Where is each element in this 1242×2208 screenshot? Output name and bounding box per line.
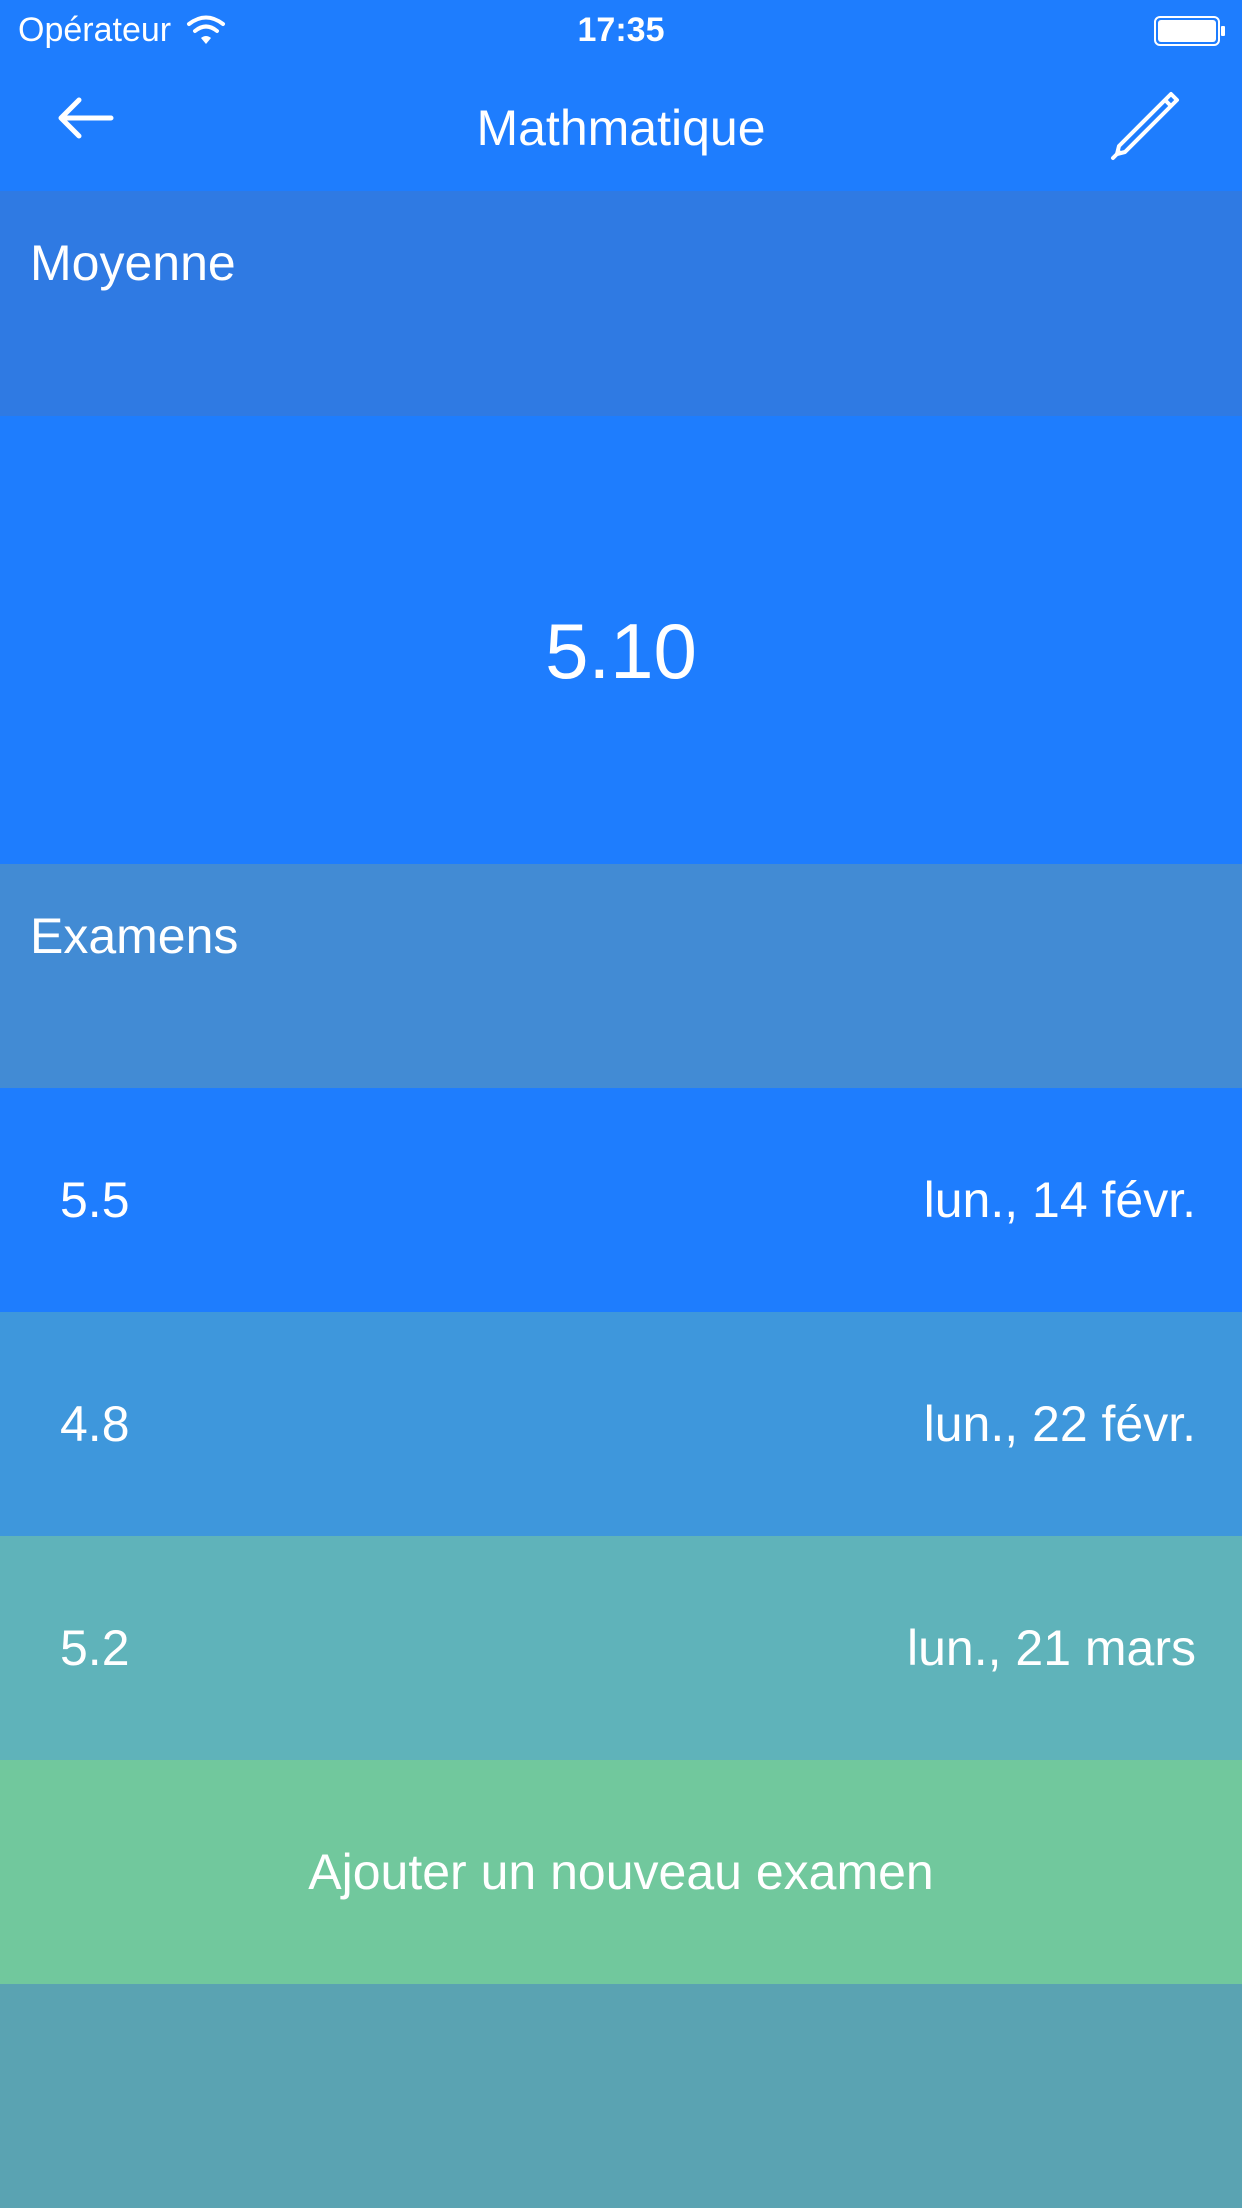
navigation-bar: Mathmatique (0, 60, 1242, 191)
exam-grade: 5.2 (60, 1620, 130, 1676)
battery-icon (1154, 16, 1226, 46)
exams-header-label: Examens (30, 908, 239, 964)
add-exam-label: Ajouter un nouveau examen (308, 1844, 934, 1900)
average-value: 5.10 (545, 607, 697, 695)
exams-section-header: Examens (0, 864, 1242, 1088)
exam-grade: 4.8 (60, 1396, 130, 1452)
back-button[interactable] (40, 88, 130, 152)
page-title: Mathmatique (476, 100, 766, 156)
exam-grade: 5.5 (60, 1172, 130, 1228)
average-header-label: Moyenne (30, 235, 236, 291)
average-block: 5.10 (0, 416, 1242, 864)
empty-area (0, 1984, 1242, 2208)
exam-row[interactable]: 5.2 lun., 21 mars (0, 1536, 1242, 1760)
average-section-header: Moyenne (0, 191, 1242, 416)
app-screen: Opérateur 17:35 Mathmatique Moyenne 5.10… (0, 0, 1242, 2208)
arrow-left-icon (55, 96, 115, 145)
pencil-icon (1109, 90, 1181, 167)
exam-row[interactable]: 5.5 lun., 14 févr. (0, 1088, 1242, 1312)
exam-date: lun., 14 févr. (923, 1172, 1196, 1228)
add-exam-button[interactable]: Ajouter un nouveau examen (0, 1760, 1242, 1984)
exam-row[interactable]: 4.8 lun., 22 févr. (0, 1312, 1242, 1536)
exam-date: lun., 22 févr. (923, 1396, 1196, 1452)
status-time: 17:35 (577, 11, 665, 49)
top-bar: Opérateur 17:35 Mathmatique (0, 0, 1242, 191)
edit-button[interactable] (1100, 88, 1190, 168)
status-bar: Opérateur 17:35 (0, 0, 1242, 60)
exam-date: lun., 21 mars (906, 1620, 1196, 1676)
